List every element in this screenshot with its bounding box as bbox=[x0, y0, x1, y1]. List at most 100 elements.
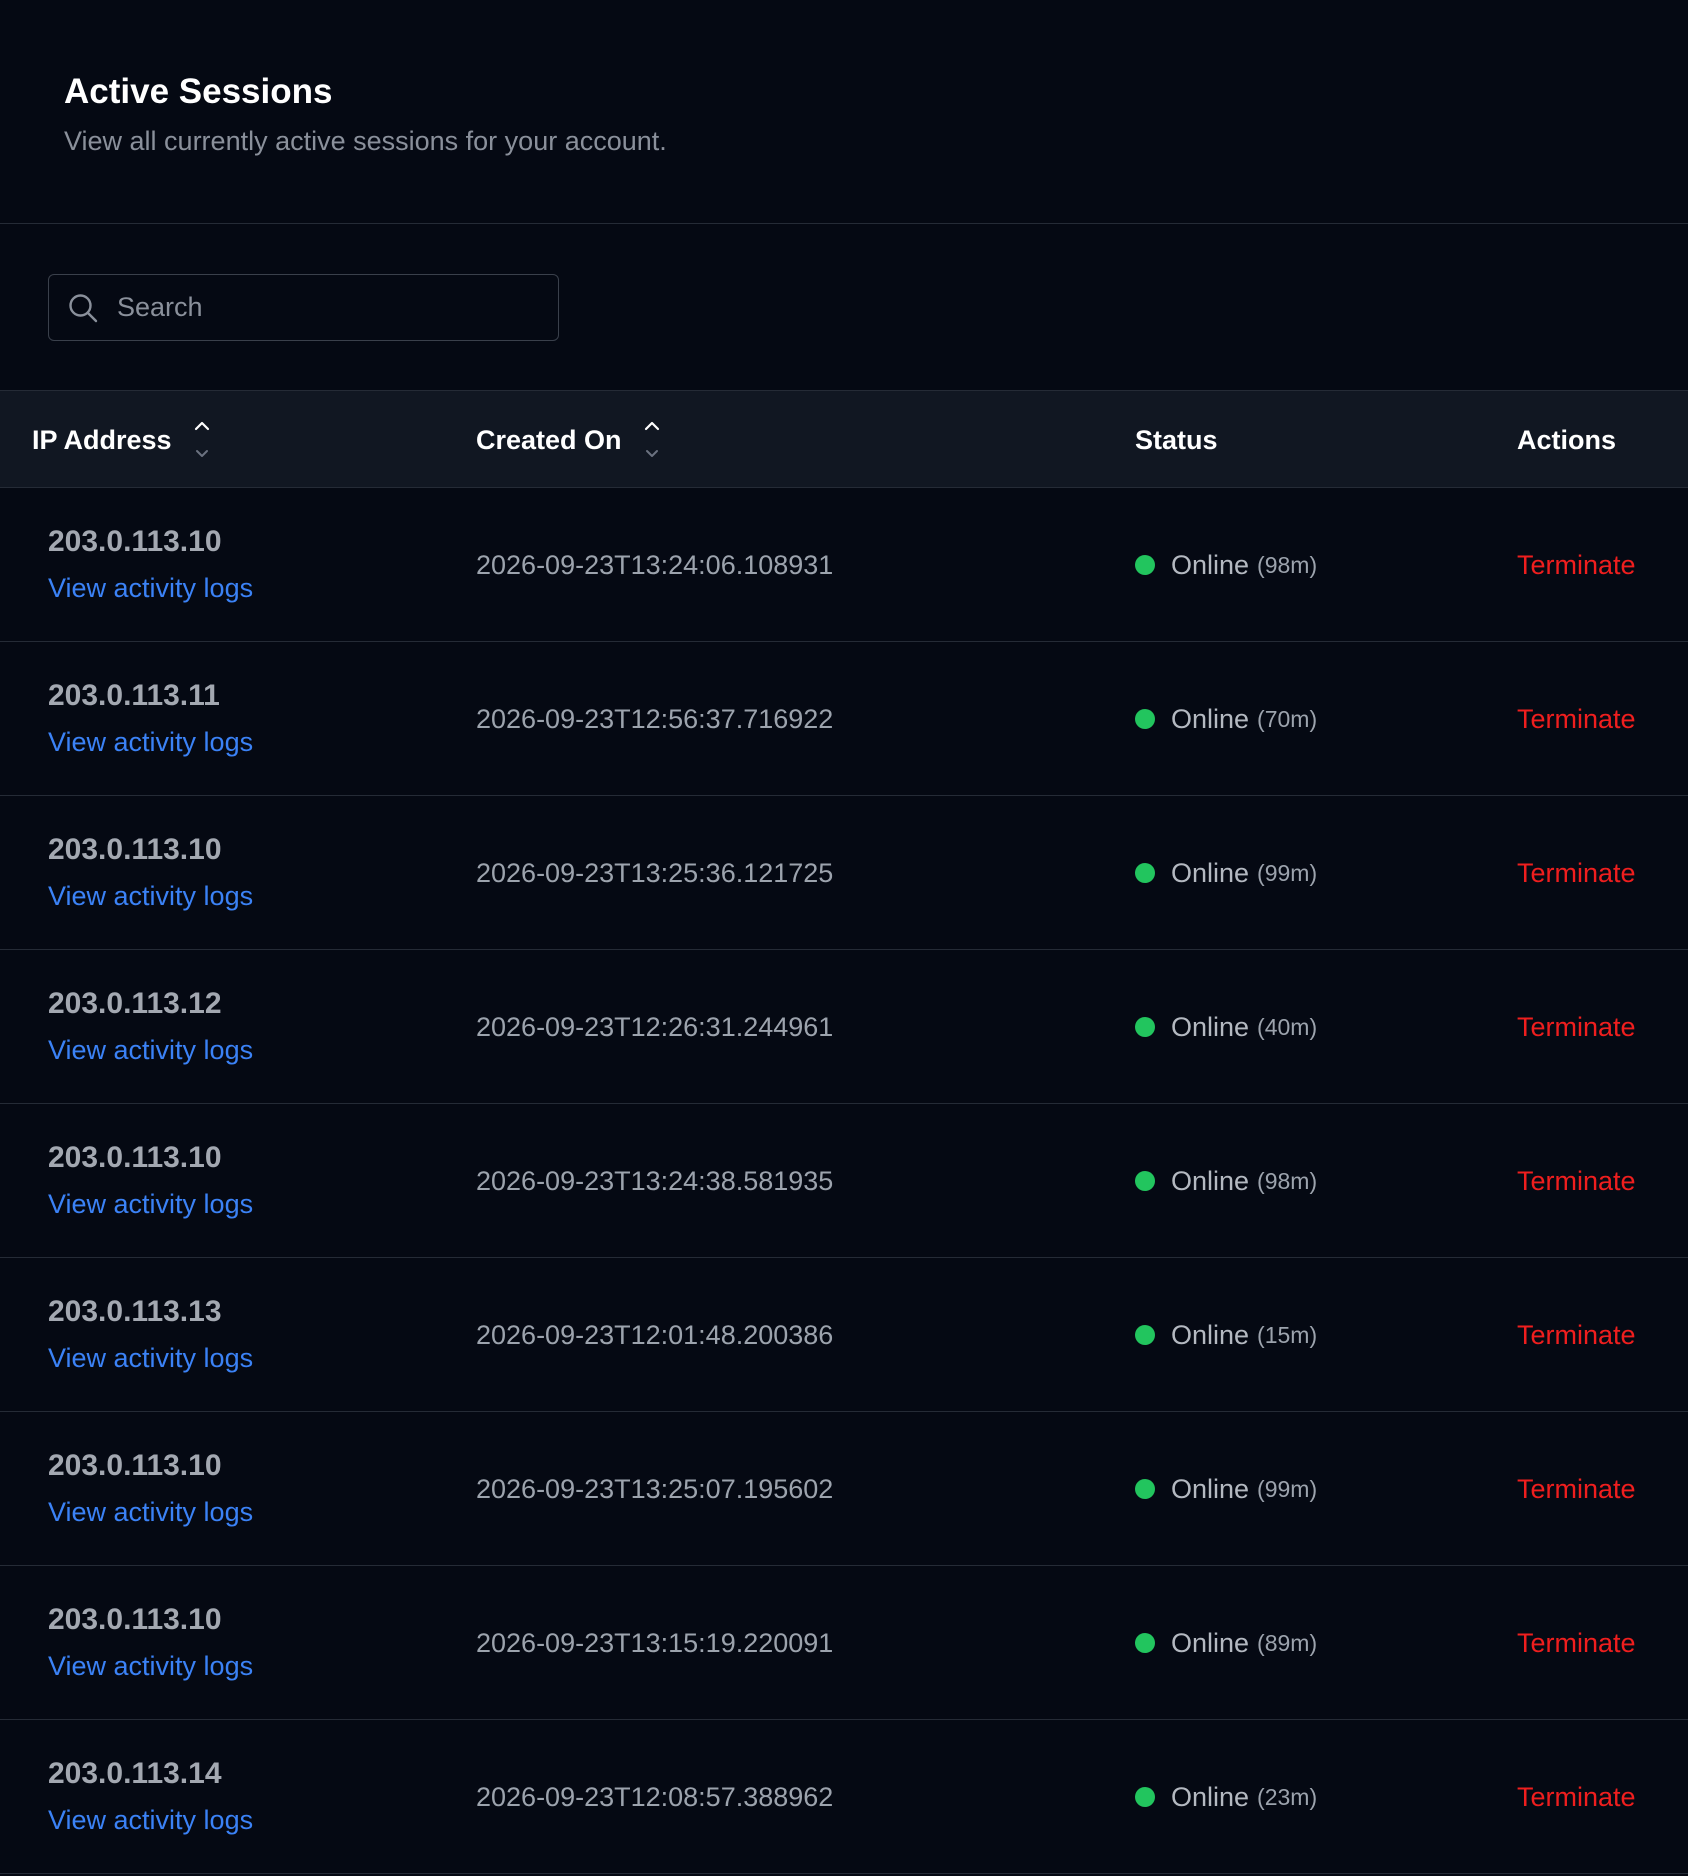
page-subtitle: View all currently active sessions for y… bbox=[64, 126, 667, 156]
column-header-actions: Actions bbox=[1517, 391, 1616, 489]
created-on: 2026-09-23T13:25:36.121725 bbox=[476, 857, 834, 888]
view-activity-logs-link[interactable]: View activity logs bbox=[48, 1495, 253, 1529]
status-duration: (89m) bbox=[1257, 1629, 1318, 1656]
created-on: 2026-09-23T12:08:57.388962 bbox=[476, 1781, 834, 1812]
ip-address: 203.0.113.14 bbox=[48, 1757, 222, 1790]
status-duration: (23m) bbox=[1257, 1783, 1318, 1810]
page-header: Active Sessions View all currently activ… bbox=[0, 0, 1688, 224]
status-cell: Online (15m) bbox=[1135, 1258, 1317, 1412]
status-cell: Online (98m) bbox=[1135, 488, 1317, 642]
online-status-dot-icon bbox=[1135, 1017, 1155, 1037]
column-header-created-on[interactable]: Created On bbox=[476, 391, 662, 489]
status-cell: Online (40m) bbox=[1135, 950, 1317, 1104]
table-row: 203.0.113.10 View activity logs 2026-09-… bbox=[0, 796, 1688, 950]
online-status-dot-icon bbox=[1135, 1325, 1155, 1345]
status-duration: (99m) bbox=[1257, 859, 1318, 886]
table-row: 203.0.113.12 View activity logs 2026-09-… bbox=[0, 950, 1688, 1104]
created-on: 2026-09-23T12:01:48.200386 bbox=[476, 1319, 834, 1350]
status-label: Online bbox=[1171, 1319, 1250, 1350]
view-activity-logs-link[interactable]: View activity logs bbox=[48, 1033, 253, 1067]
terminate-button[interactable]: Terminate bbox=[1517, 950, 1636, 1104]
online-status-dot-icon bbox=[1135, 1479, 1155, 1499]
status-cell: Online (99m) bbox=[1135, 796, 1317, 950]
created-on: 2026-09-23T13:15:19.220091 bbox=[476, 1627, 834, 1658]
view-activity-logs-link[interactable]: View activity logs bbox=[48, 1187, 253, 1221]
status-cell: Online (98m) bbox=[1135, 1104, 1317, 1258]
online-status-dot-icon bbox=[1135, 863, 1155, 883]
status-duration: (98m) bbox=[1257, 1167, 1318, 1194]
sessions-table: IP Address Created On Status Actions 203… bbox=[0, 390, 1688, 1874]
status-label: Online bbox=[1171, 857, 1250, 888]
ip-address: 203.0.113.13 bbox=[48, 1295, 222, 1328]
view-activity-logs-link[interactable]: View activity logs bbox=[48, 571, 253, 605]
status-label: Online bbox=[1171, 1165, 1250, 1196]
view-activity-logs-link[interactable]: View activity logs bbox=[48, 879, 253, 913]
online-status-dot-icon bbox=[1135, 709, 1155, 729]
active-sessions-page: Active Sessions View all currently activ… bbox=[0, 0, 1688, 1876]
page-title: Active Sessions bbox=[64, 72, 333, 111]
ip-address: 203.0.113.10 bbox=[48, 833, 222, 866]
created-on: 2026-09-23T13:24:06.108931 bbox=[476, 549, 834, 580]
search-section bbox=[0, 224, 1688, 390]
table-row: 203.0.113.13 View activity logs 2026-09-… bbox=[0, 1258, 1688, 1412]
status-label: Online bbox=[1171, 703, 1250, 734]
status-cell: Online (99m) bbox=[1135, 1412, 1317, 1566]
column-header-label: Created On bbox=[476, 424, 622, 455]
online-status-dot-icon bbox=[1135, 1171, 1155, 1191]
created-on: 2026-09-23T12:26:31.244961 bbox=[476, 1011, 834, 1042]
search-input[interactable] bbox=[115, 291, 519, 324]
sort-icon[interactable] bbox=[192, 418, 212, 462]
status-label: Online bbox=[1171, 1011, 1250, 1042]
search-box[interactable] bbox=[48, 274, 559, 341]
sort-icon[interactable] bbox=[642, 418, 662, 462]
ip-address: 203.0.113.10 bbox=[48, 1603, 222, 1636]
table-row: 203.0.113.11 View activity logs 2026-09-… bbox=[0, 642, 1688, 796]
ip-address: 203.0.113.10 bbox=[48, 1141, 222, 1174]
column-header-label: IP Address bbox=[32, 424, 172, 455]
status-label: Online bbox=[1171, 549, 1250, 580]
status-cell: Online (89m) bbox=[1135, 1566, 1317, 1720]
terminate-button[interactable]: Terminate bbox=[1517, 488, 1636, 642]
online-status-dot-icon bbox=[1135, 555, 1155, 575]
ip-address: 203.0.113.12 bbox=[48, 987, 222, 1020]
view-activity-logs-link[interactable]: View activity logs bbox=[48, 1649, 253, 1683]
table-body: 203.0.113.10 View activity logs 2026-09-… bbox=[0, 488, 1688, 1874]
status-label: Online bbox=[1171, 1473, 1250, 1504]
table-row: 203.0.113.14 View activity logs 2026-09-… bbox=[0, 1720, 1688, 1874]
terminate-button[interactable]: Terminate bbox=[1517, 642, 1636, 796]
terminate-button[interactable]: Terminate bbox=[1517, 796, 1636, 950]
status-duration: (40m) bbox=[1257, 1013, 1318, 1040]
search-icon bbox=[69, 293, 98, 322]
online-status-dot-icon bbox=[1135, 1787, 1155, 1807]
status-cell: Online (70m) bbox=[1135, 642, 1317, 796]
status-duration: (70m) bbox=[1257, 705, 1318, 732]
terminate-button[interactable]: Terminate bbox=[1517, 1258, 1636, 1412]
terminate-button[interactable]: Terminate bbox=[1517, 1104, 1636, 1258]
ip-address: 203.0.113.10 bbox=[48, 525, 222, 558]
view-activity-logs-link[interactable]: View activity logs bbox=[48, 725, 253, 759]
status-label: Online bbox=[1171, 1781, 1250, 1812]
view-activity-logs-link[interactable]: View activity logs bbox=[48, 1803, 253, 1837]
terminate-button[interactable]: Terminate bbox=[1517, 1412, 1636, 1566]
ip-address: 203.0.113.11 bbox=[48, 679, 220, 712]
status-label: Online bbox=[1171, 1627, 1250, 1658]
table-header: IP Address Created On Status Actions bbox=[0, 390, 1688, 488]
column-header-label: Actions bbox=[1517, 424, 1617, 455]
terminate-button[interactable]: Terminate bbox=[1517, 1720, 1636, 1874]
created-on: 2026-09-23T13:25:07.195602 bbox=[476, 1473, 834, 1504]
column-header-status: Status bbox=[1135, 391, 1218, 489]
ip-address: 203.0.113.10 bbox=[48, 1449, 222, 1482]
table-row: 203.0.113.10 View activity logs 2026-09-… bbox=[0, 488, 1688, 642]
terminate-button[interactable]: Terminate bbox=[1517, 1566, 1636, 1720]
table-row: 203.0.113.10 View activity logs 2026-09-… bbox=[0, 1104, 1688, 1258]
table-row: 203.0.113.10 View activity logs 2026-09-… bbox=[0, 1412, 1688, 1566]
online-status-dot-icon bbox=[1135, 1633, 1155, 1653]
created-on: 2026-09-23T12:56:37.716922 bbox=[476, 703, 834, 734]
created-on: 2026-09-23T13:24:38.581935 bbox=[476, 1165, 834, 1196]
column-header-ip-address[interactable]: IP Address bbox=[32, 391, 212, 489]
status-duration: (98m) bbox=[1257, 551, 1318, 578]
status-duration: (99m) bbox=[1257, 1475, 1318, 1502]
column-header-label: Status bbox=[1135, 424, 1218, 455]
view-activity-logs-link[interactable]: View activity logs bbox=[48, 1341, 253, 1375]
status-cell: Online (23m) bbox=[1135, 1720, 1317, 1874]
